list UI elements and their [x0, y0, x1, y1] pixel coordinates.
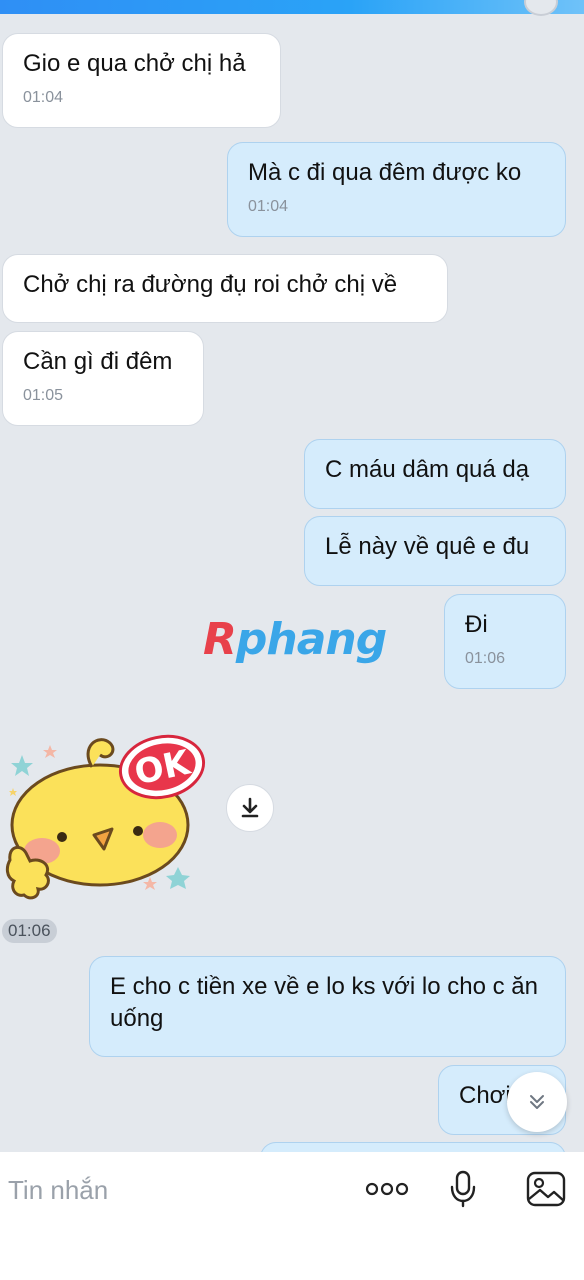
watermark-r: R	[203, 614, 237, 665]
message-time: 01:06	[465, 650, 506, 667]
sticker-time: 01:06	[2, 919, 57, 943]
message-sent[interactable]: Đi 01:06	[444, 594, 566, 689]
message-received[interactable]: Chở chị ra đường đụ roi chở chị về	[2, 254, 448, 323]
more-options-button[interactable]	[364, 1168, 410, 1210]
message-text: Chở chị ra đường đụ roi chở chị về	[23, 271, 398, 298]
message-sent[interactable]: Mà c đi qua đêm được ko 01:04	[227, 142, 566, 237]
more-icon	[365, 1182, 409, 1196]
message-received[interactable]: Gio e qua chở chị hả 01:04	[2, 33, 281, 128]
message-input[interactable]	[8, 1170, 338, 1210]
message-text: Đi	[465, 611, 488, 638]
scroll-to-bottom-button[interactable]	[507, 1072, 567, 1132]
image-picker-button[interactable]	[524, 1168, 568, 1210]
message-composer	[0, 1152, 584, 1280]
sticker-ok-chick[interactable]: OK	[0, 725, 210, 905]
message-text: Gio e qua chở chị hả	[23, 50, 246, 77]
message-sent[interactable]: Lễ này về quê e đu	[304, 516, 566, 586]
watermark-rest: phang	[235, 614, 387, 665]
voice-button[interactable]	[446, 1168, 480, 1210]
message-text: E cho c tiền xe về e lo ks với lo cho c …	[110, 973, 538, 1032]
message-text: Chơi	[459, 1082, 511, 1109]
message-text: Cần gì đi đêm	[23, 348, 173, 375]
message-text: Mà c đi qua đêm được ko	[248, 159, 522, 186]
download-button[interactable]	[226, 784, 274, 832]
download-icon	[241, 797, 259, 818]
message-sent[interactable]: E cho c tiền xe về e lo ks với lo cho c …	[89, 956, 566, 1057]
message-received[interactable]: Cần gì đi đêm 01:05	[2, 331, 204, 426]
chevron-down-icon	[530, 1095, 544, 1109]
chat-area[interactable]: Gio e qua chở chị hả 01:04 Mà c đi qua đ…	[0, 0, 584, 1152]
message-sent-partial[interactable]	[260, 1142, 566, 1152]
message-text: Lễ này về quê e đu	[325, 533, 530, 560]
message-text: C máu dâm quá dạ	[325, 456, 530, 483]
message-time: 01:04	[23, 89, 64, 106]
watermark-logo: Rphang	[203, 614, 387, 665]
microphone-icon	[450, 1170, 476, 1208]
image-icon	[526, 1171, 566, 1207]
message-time: 01:05	[23, 387, 64, 404]
message-sent[interactable]: C máu dâm quá dạ	[304, 439, 566, 509]
message-time: 01:04	[248, 198, 289, 215]
